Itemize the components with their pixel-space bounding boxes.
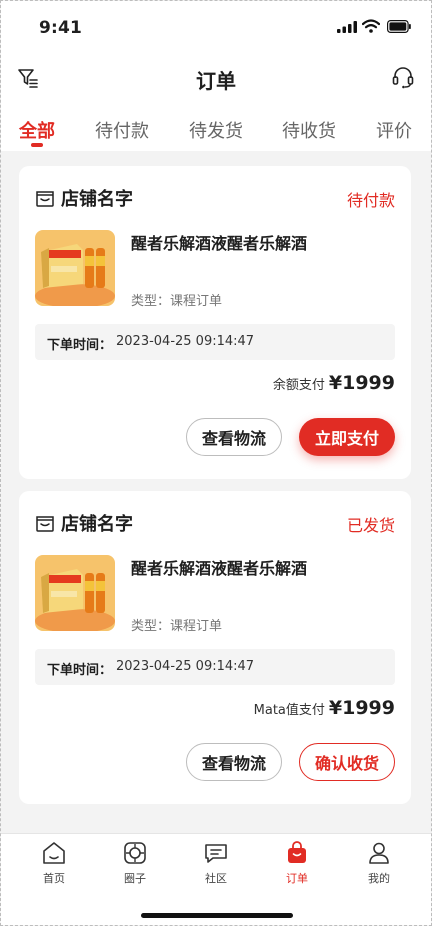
signal-icon	[337, 21, 357, 33]
order-time-value: 2023-04-25 09:14:47	[116, 334, 255, 349]
order-status: 待付款	[346, 191, 395, 210]
tab-pending-payment[interactable]: 待付款	[95, 117, 149, 143]
battery-icon	[387, 20, 411, 33]
nav-label-home: 首页	[43, 872, 65, 885]
tab-pending-shipment[interactable]: 待发货	[189, 117, 243, 143]
order-tabs: 全部 待付款 待发货 待收货 评价	[1, 109, 431, 149]
order-card[interactable]: 店铺名字 已发货 醒者乐解酒液醒者乐解酒 类型：课程订单 下单时间： 2023-…	[19, 491, 411, 804]
payment-method: 余额支付	[272, 378, 325, 393]
shop-name[interactable]: 店铺名字	[61, 185, 133, 211]
circle-icon	[124, 842, 146, 864]
nav-label-community: 社区	[205, 872, 227, 885]
order-time-label: 下单时间：	[47, 338, 113, 353]
payment-row: Mata值支付 ¥1999	[254, 697, 395, 727]
app-screen: 9:41 订单 全部 待付款 待发货 待收货 评价 店铺名字 待付款 醒者乐解酒…	[0, 0, 432, 926]
nav-item-profile[interactable]: 我的	[349, 840, 409, 890]
product-type: 类型：课程订单	[131, 294, 223, 309]
pay-now-button[interactable]: 立即支付	[299, 418, 395, 456]
order-status: 已发货	[346, 516, 395, 535]
order-time-label: 下单时间：	[47, 663, 113, 678]
payment-row: 余额支付 ¥1999	[273, 372, 395, 402]
status-time: 9:41	[39, 18, 83, 38]
home-icon	[43, 842, 65, 864]
confirm-receipt-button[interactable]: 确认收货	[299, 743, 395, 781]
order-time-box: 下单时间： 2023-04-25 09:14:47	[35, 324, 395, 360]
product-image[interactable]	[35, 555, 115, 631]
home-indicator	[141, 913, 293, 918]
shop-icon	[36, 191, 54, 207]
product-type: 类型：课程订单	[131, 619, 223, 634]
shop-name[interactable]: 店铺名字	[61, 510, 133, 536]
product-image[interactable]	[35, 230, 115, 306]
shop-icon	[36, 516, 54, 532]
customer-service-icon[interactable]	[391, 65, 415, 89]
order-card[interactable]: 店铺名字 待付款 醒者乐解酒液醒者乐解酒 类型：课程订单 下单时间： 2023-…	[19, 166, 411, 479]
payment-method: Mata值支付	[253, 703, 325, 718]
tab-all[interactable]: 全部	[19, 117, 55, 143]
tab-review[interactable]: 评价	[376, 117, 412, 143]
status-bar: 9:41	[1, 1, 431, 57]
payment-amount: ¥1999	[328, 697, 395, 719]
nav-label-profile: 我的	[368, 872, 390, 885]
nav-header: 订单	[1, 57, 431, 99]
wifi-icon	[362, 19, 380, 33]
community-icon	[205, 844, 227, 863]
active-tab-indicator	[31, 143, 43, 147]
nav-item-home[interactable]: 首页	[24, 840, 84, 890]
product-name[interactable]: 醒者乐解酒液醒者乐解酒	[131, 230, 307, 254]
nav-label-orders: 订单	[286, 872, 308, 885]
view-logistics-button[interactable]: 查看物流	[186, 418, 282, 456]
nav-label-circle: 圈子	[124, 872, 146, 885]
product-name[interactable]: 醒者乐解酒液醒者乐解酒	[131, 555, 307, 579]
order-time-value: 2023-04-25 09:14:47	[116, 659, 255, 674]
payment-amount: ¥1999	[328, 372, 395, 394]
order-time-box: 下单时间： 2023-04-25 09:14:47	[35, 649, 395, 685]
view-logistics-button[interactable]: 查看物流	[186, 743, 282, 781]
nav-item-community[interactable]: 社区	[186, 840, 246, 890]
nav-item-circle[interactable]: 圈子	[105, 840, 165, 890]
profile-icon	[369, 842, 389, 864]
nav-item-orders[interactable]: 订单	[267, 840, 327, 890]
tab-pending-receipt[interactable]: 待收货	[282, 117, 336, 143]
page-title: 订单	[196, 69, 236, 93]
order-bag-icon	[288, 841, 306, 863]
